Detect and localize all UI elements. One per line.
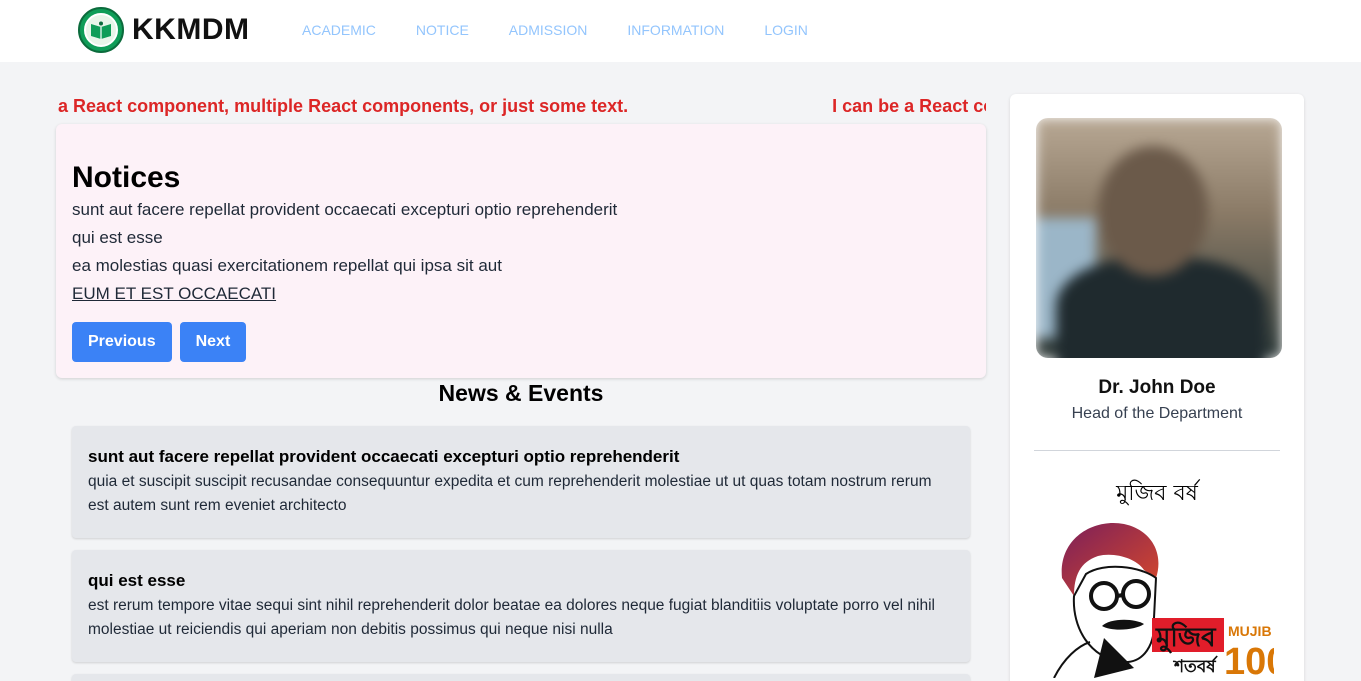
news-card[interactable]: sunt aut facere repellat provident occae… bbox=[72, 426, 970, 538]
notice-item: ea molestias quasi exercitationem repell… bbox=[72, 256, 502, 275]
announcement-marquee: I can be a React component, multiple Rea… bbox=[56, 96, 986, 122]
head-photo bbox=[1036, 118, 1282, 358]
college-logo-icon bbox=[78, 7, 124, 53]
navbar: KKMDM ACADEMIC NOTICE ADMISSION INFORMAT… bbox=[0, 0, 1361, 62]
nav-link-academic[interactable]: ACADEMIC bbox=[302, 22, 376, 38]
news-card[interactable] bbox=[72, 674, 970, 681]
svg-text:শতবর্ষ: শতবর্ষ bbox=[1172, 655, 1219, 677]
notices-panel: Notices sunt aut facere repellat provide… bbox=[56, 124, 986, 378]
news-card-title: sunt aut facere repellat provident occae… bbox=[88, 447, 680, 466]
nav-link-login[interactable]: LOGIN bbox=[764, 22, 808, 38]
news-card-body: quia et suscipit suscipit recusandae con… bbox=[88, 473, 932, 514]
svg-text:মুজিব: মুজিব bbox=[1155, 621, 1217, 654]
marquee-item: I can be a React component, multiple Rea… bbox=[832, 96, 986, 116]
notice-item: qui est esse bbox=[72, 228, 163, 247]
divider bbox=[1034, 450, 1280, 451]
svg-text:100: 100 bbox=[1224, 641, 1274, 678]
news-card-title: qui est esse bbox=[88, 571, 186, 590]
next-button[interactable]: Next bbox=[179, 322, 247, 362]
sidebar: Dr. John Doe Head of the Department মুজি… bbox=[1010, 94, 1304, 681]
nav-link-admission[interactable]: ADMISSION bbox=[509, 22, 588, 38]
notices-title: Notices bbox=[72, 161, 181, 194]
svg-text:MUJIB: MUJIB bbox=[1228, 623, 1272, 639]
notice-item: sunt aut facere repellat provident occae… bbox=[72, 200, 618, 219]
brand-name: KKMDM bbox=[132, 13, 250, 46]
notice-item-link[interactable]: EUM ET EST OCCAECATI bbox=[72, 280, 970, 308]
previous-button[interactable]: Previous bbox=[72, 322, 172, 362]
news-events-title: News & Events bbox=[438, 380, 604, 406]
brand[interactable]: KKMDM bbox=[78, 7, 249, 53]
mujib-borsho-title: মুজিব বর্ষ bbox=[1116, 481, 1198, 506]
news-card[interactable]: qui est esse est rerum tempore vitae seq… bbox=[72, 550, 970, 662]
news-card-body: est rerum tempore vitae sequi sint nihil… bbox=[88, 597, 935, 638]
nav-menu: ACADEMIC NOTICE ADMISSION INFORMATION LO… bbox=[302, 22, 848, 38]
person-name: Dr. John Doe bbox=[1098, 377, 1216, 398]
mujib-100-logo: মুজিব শতবর্ষ MUJIB 100 bbox=[1053, 522, 1274, 678]
notices-pagination: Previous Next bbox=[72, 322, 254, 362]
nav-link-notice[interactable]: NOTICE bbox=[416, 22, 469, 38]
marquee-track: I can be a React component, multiple Rea… bbox=[56, 96, 986, 117]
nav-link-information[interactable]: INFORMATION bbox=[627, 22, 724, 38]
marquee-item: I can be a React component, multiple Rea… bbox=[56, 96, 629, 116]
person-role: Head of the Department bbox=[1071, 405, 1243, 422]
